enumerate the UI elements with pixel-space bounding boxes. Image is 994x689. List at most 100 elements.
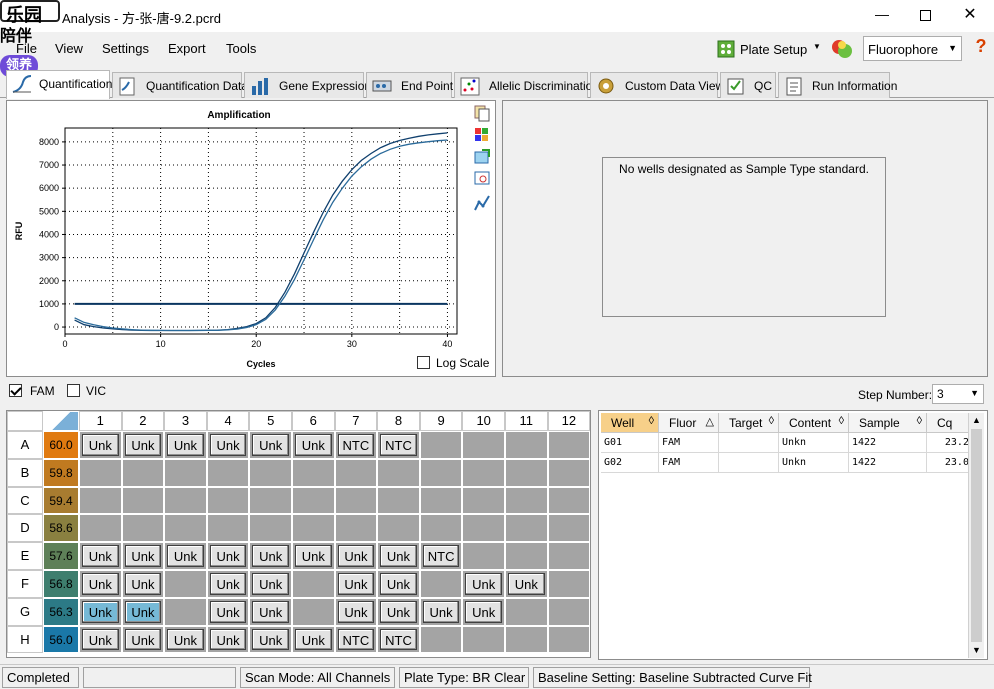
well-E4[interactable]: Unk [206,542,250,570]
row-header-C[interactable]: C [7,486,43,515]
well-C2[interactable] [121,486,165,515]
well-E10[interactable] [462,542,505,570]
table-cell[interactable]: Unkn [779,433,849,453]
curve-style-icon[interactable] [473,194,491,212]
well-B5[interactable] [249,458,292,487]
column-header-4[interactable]: 4 [206,411,250,431]
column-header-7[interactable]: 7 [334,411,378,431]
well-C1[interactable] [79,486,122,515]
well-A7[interactable]: NTC [334,431,378,459]
column-header-12[interactable]: 12 [547,411,591,431]
menu-export[interactable]: Export [168,41,206,56]
well-G10[interactable]: Unk [462,597,505,626]
well-C5[interactable] [249,486,292,515]
well-E3[interactable]: Unk [164,542,207,570]
column-header-10[interactable]: 10 [462,411,505,431]
palette-icon[interactable] [473,126,491,144]
row-header-A[interactable]: A [7,431,43,459]
menu-tools[interactable]: Tools [226,41,256,56]
well-G1[interactable]: Unk [79,597,122,626]
scroll-thumb[interactable] [971,429,982,642]
well-G6[interactable] [292,597,335,626]
help-icon[interactable]: ? [972,36,990,60]
well-D10[interactable] [462,514,505,543]
well-F10[interactable]: Unk [462,570,505,598]
well-A10[interactable] [462,431,505,459]
well-F11[interactable]: Unk [505,570,548,598]
well-F3[interactable] [164,570,207,598]
well-D1[interactable] [79,514,122,543]
well-G8[interactable]: Unk [377,597,420,626]
well-H4[interactable]: Unk [206,625,250,654]
minimize-button[interactable]: — [872,6,892,26]
table-cell[interactable] [719,453,779,473]
well-D11[interactable] [505,514,548,543]
well-G4[interactable]: Unk [206,597,250,626]
sort-icon[interactable]: ◊ [917,415,922,427]
well-F1[interactable]: Unk [79,570,122,598]
table-cell[interactable] [719,433,779,453]
fluorophore-icon[interactable] [830,37,854,61]
well-F7[interactable]: Unk [334,570,378,598]
tab-end-point[interactable]: End Point [366,72,453,98]
well-C9[interactable] [419,486,463,515]
well-F6[interactable] [292,570,335,598]
table-cell[interactable]: FAM [659,453,719,473]
well-D7[interactable] [334,514,378,543]
well-B9[interactable] [419,458,463,487]
well-A11[interactable] [505,431,548,459]
table-cell[interactable]: Unkn [779,453,849,473]
well-H9[interactable] [419,625,463,654]
tab-allelic-discrimination[interactable]: Allelic Discrimination [454,72,599,98]
column-header-6[interactable]: 6 [292,411,335,431]
well-E2[interactable]: Unk [121,542,165,570]
column-header-content[interactable]: Content ◊ [779,413,849,433]
well-D8[interactable] [377,514,420,543]
well-A4[interactable]: Unk [206,431,250,459]
row-header-D[interactable]: D [7,514,43,543]
column-header-1[interactable]: 1 [79,411,122,431]
well-B10[interactable] [462,458,505,487]
well-B4[interactable] [206,458,250,487]
well-F9[interactable] [419,570,463,598]
column-header-8[interactable]: 8 [377,411,420,431]
well-H12[interactable] [547,625,591,654]
well-B12[interactable] [547,458,591,487]
column-header-5[interactable]: 5 [249,411,292,431]
tab-custom-data-view[interactable]: Custom Data View [590,72,724,98]
well-H3[interactable]: Unk [164,625,207,654]
well-G2[interactable]: Unk [121,597,165,626]
column-header-well[interactable]: Well ◊ [601,413,659,433]
sort-icon[interactable]: ◊ [839,415,844,427]
export-image-icon[interactable] [473,148,491,166]
well-E12[interactable] [547,542,591,570]
menu-settings[interactable]: Settings [102,41,149,56]
tab-quantification-data[interactable]: Quantification Data [112,72,248,98]
well-C11[interactable] [505,486,548,515]
column-header-sample[interactable]: Sample ◊ [849,413,927,433]
well-E8[interactable]: Unk [377,542,420,570]
well-D5[interactable] [249,514,292,543]
plate-setup-button[interactable]: Plate Setup ▼ [712,36,822,62]
well-G12[interactable] [547,597,591,626]
fam-checkbox[interactable] [9,384,22,397]
well-E7[interactable]: Unk [334,542,378,570]
sort-icon[interactable]: ◊ [769,415,774,427]
sort-icon[interactable]: △ [706,415,714,428]
select-all-corner[interactable] [43,411,79,431]
well-C7[interactable] [334,486,378,515]
row-header-H[interactable]: H [7,625,43,654]
step-number-select[interactable]: 3 ▼ [932,384,984,404]
well-A12[interactable] [547,431,591,459]
zoom-chart-icon[interactable] [473,170,491,188]
well-F5[interactable]: Unk [249,570,292,598]
well-G7[interactable]: Unk [334,597,378,626]
well-C6[interactable] [292,486,335,515]
row-header-B[interactable]: B [7,458,43,487]
column-header-fluor[interactable]: Fluor △ [659,413,719,433]
row-header-F[interactable]: F [7,570,43,598]
well-E11[interactable] [505,542,548,570]
well-B8[interactable] [377,458,420,487]
well-D4[interactable] [206,514,250,543]
column-header-3[interactable]: 3 [164,411,207,431]
